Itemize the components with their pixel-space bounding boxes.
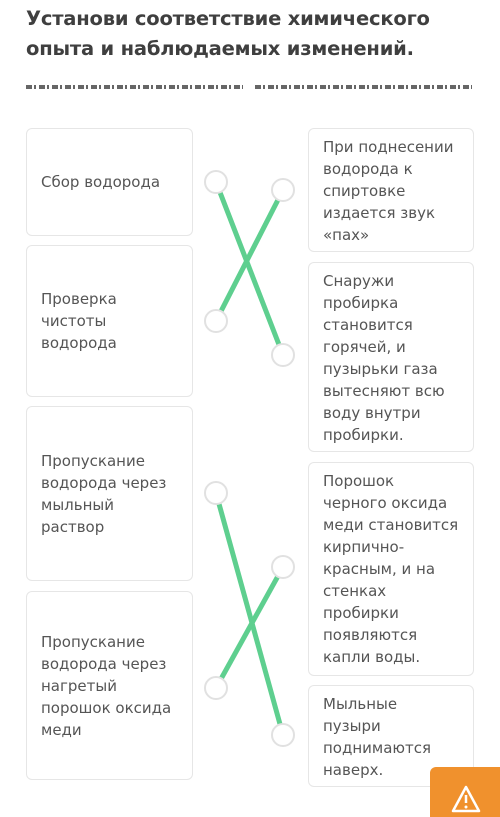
right-item-card[interactable]: При поднесении водорода к спиртовке изда…	[308, 128, 474, 252]
connection-line	[213, 188, 286, 323]
right-connector-dot[interactable]	[271, 555, 295, 579]
left-connector-dot[interactable]	[204, 309, 228, 333]
connection-line	[213, 181, 286, 356]
left-item-label: Пропускание водорода через нагретый поро…	[41, 632, 172, 739]
left-item-label: Пропускание водорода через мыльный раств…	[41, 451, 167, 536]
right-item-label: При поднесении водорода к спиртовке изда…	[323, 138, 454, 244]
left-connector-dot[interactable]	[204, 170, 228, 194]
right-item-label: Порошок черного оксида меди становится к…	[323, 472, 459, 666]
clipped-text-segment	[26, 85, 243, 89]
right-connector-dot[interactable]	[271, 343, 295, 367]
left-item-card[interactable]: Проверка чистоты водорода	[26, 245, 193, 397]
warning-icon	[451, 785, 481, 813]
right-item-label: Снаружи пробирка становится горячей, и п…	[323, 272, 445, 444]
left-item-card[interactable]: Пропускание водорода через нагретый поро…	[26, 591, 193, 780]
left-connector-dot[interactable]	[204, 676, 228, 700]
right-connector-dot[interactable]	[271, 723, 295, 747]
left-connector-dot[interactable]	[204, 481, 228, 505]
right-item-card[interactable]: Порошок черного оксида меди становится к…	[308, 462, 474, 676]
connection-line	[213, 492, 286, 736]
right-item-card[interactable]: Снаружи пробирка становится горячей, и п…	[308, 262, 474, 452]
left-item-card[interactable]: Сбор водорода	[26, 128, 193, 236]
clipped-text-line	[26, 85, 472, 91]
left-item-card[interactable]: Пропускание водорода через мыльный раств…	[26, 406, 193, 581]
left-item-label: Сбор водорода	[41, 173, 161, 191]
task-title: Установи соответствие химического опыта …	[26, 7, 430, 60]
left-item-label: Проверка чистоты водорода	[41, 290, 117, 352]
connection-line	[213, 565, 286, 690]
clipped-text-segment	[255, 85, 472, 89]
right-connector-dot[interactable]	[271, 178, 295, 202]
